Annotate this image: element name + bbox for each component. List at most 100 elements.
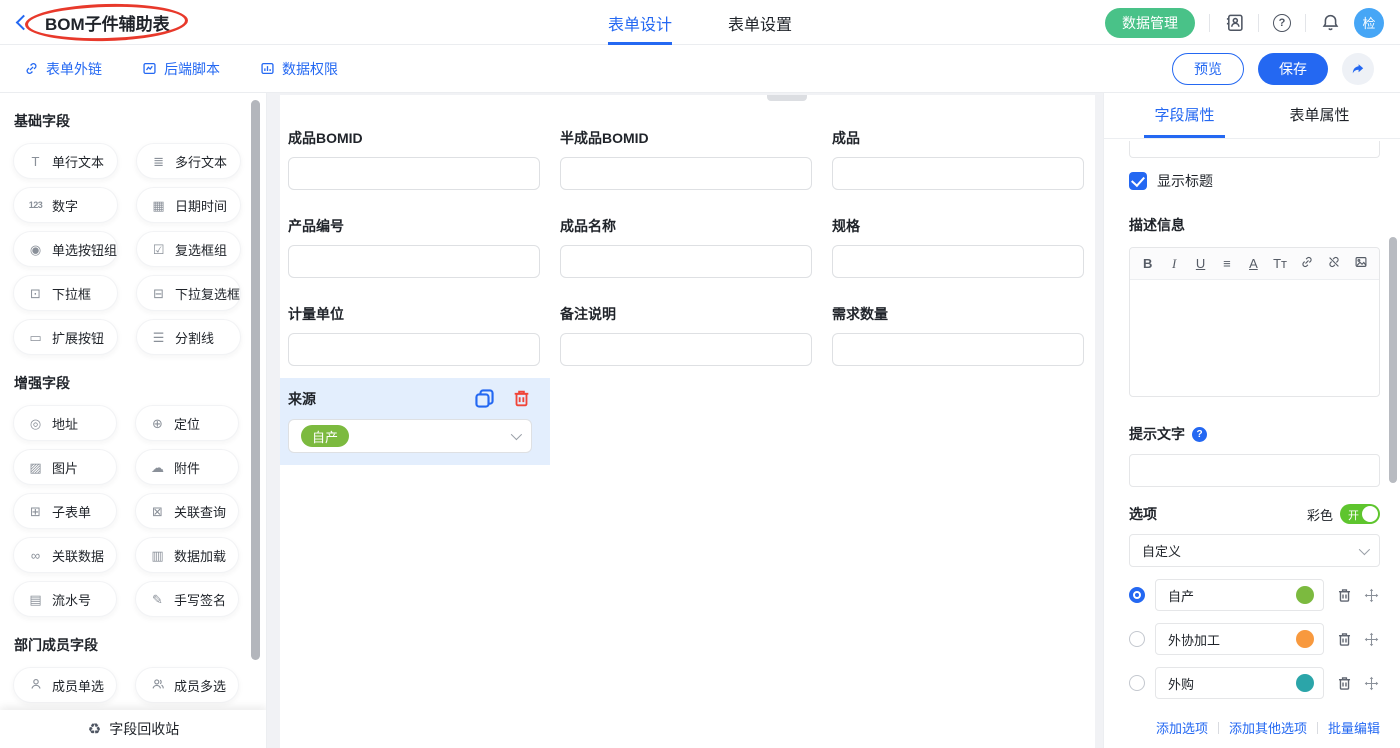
option-color-dot-orange[interactable] [1296, 630, 1314, 648]
tab-form-design[interactable]: 表单设计 [608, 0, 672, 45]
form-field[interactable]: 产品编号 [288, 216, 540, 278]
tab-form-properties[interactable]: 表单属性 [1280, 93, 1360, 138]
richtext-body[interactable] [1130, 280, 1379, 396]
field-pill-checkbox-group[interactable]: ☑复选框组 [136, 231, 241, 267]
field-pill-linked-query[interactable]: ⊠关联查询 [135, 493, 239, 529]
form-field[interactable]: 成品 [832, 128, 1084, 190]
text-input[interactable] [560, 333, 812, 366]
delete-option-icon[interactable] [1336, 587, 1353, 604]
canvas-scroll-handle[interactable] [767, 95, 807, 101]
form-field[interactable]: 备注说明 [560, 304, 812, 366]
remove-link-icon[interactable] [1327, 255, 1341, 272]
source-dropdown[interactable]: 自产 [288, 419, 532, 453]
field-recycle-bin[interactable]: ♻ 字段回收站 [0, 710, 267, 748]
option-input[interactable]: 外协加工 [1155, 623, 1324, 655]
insert-link-icon[interactable] [1300, 255, 1314, 272]
checkbox-checked-icon[interactable] [1129, 172, 1147, 190]
move-option-icon[interactable] [1363, 675, 1380, 692]
field-pill-geolocate[interactable]: ⊕定位 [135, 405, 239, 441]
save-button[interactable]: 保存 [1258, 53, 1328, 85]
font-size-icon[interactable]: Tт [1273, 256, 1287, 271]
field-pill-datetime[interactable]: ▦日期时间 [136, 187, 241, 223]
add-other-option-link[interactable]: 添加其他选项 [1229, 718, 1307, 737]
description-richtext-editor[interactable]: B I U ≡ A Tт [1129, 247, 1380, 397]
batch-edit-link[interactable]: 批量编辑 [1328, 718, 1380, 737]
external-link-item[interactable]: 表单外链 [24, 59, 102, 79]
delete-field-icon[interactable] [511, 388, 532, 409]
field-pill-signature[interactable]: ✎手写签名 [135, 581, 239, 617]
copy-field-icon[interactable] [473, 387, 496, 410]
field-pill-address[interactable]: ◎地址 [13, 405, 117, 441]
text-input[interactable] [832, 333, 1084, 366]
user-avatar[interactable]: 检 [1354, 8, 1384, 38]
font-color-icon[interactable]: A [1247, 256, 1260, 271]
form-field[interactable]: 成品名称 [560, 216, 812, 278]
hint-help-icon[interactable]: ? [1192, 427, 1207, 442]
delete-option-icon[interactable] [1336, 631, 1353, 648]
radio-unselected-icon[interactable] [1129, 675, 1145, 691]
hint-text-input[interactable] [1129, 454, 1380, 487]
colorful-toggle[interactable]: 开 [1340, 504, 1380, 524]
backend-script-item[interactable]: 后端脚本 [142, 59, 220, 79]
field-pill-dropdown[interactable]: ⊡下拉框 [13, 275, 118, 311]
align-icon[interactable]: ≡ [1220, 256, 1233, 271]
form-field[interactable]: 规格 [832, 216, 1084, 278]
field-pill-attachment[interactable]: ☁附件 [135, 449, 239, 485]
form-field[interactable]: 半成品BOMID [560, 128, 812, 190]
field-pill-image[interactable]: ▨图片 [13, 449, 117, 485]
text-input[interactable] [832, 245, 1084, 278]
data-manage-button[interactable]: 数据管理 [1105, 8, 1195, 38]
option-color-dot-teal[interactable] [1296, 674, 1314, 692]
text-input[interactable] [560, 245, 812, 278]
field-pill-radio-group[interactable]: ◉单选按钮组 [13, 231, 118, 267]
form-field[interactable]: 计量单位 [288, 304, 540, 366]
text-input[interactable] [288, 157, 540, 190]
field-pill-member-single[interactable]: 成员单选 [13, 667, 117, 703]
notification-bell-icon[interactable] [1320, 13, 1340, 33]
field-title-input-partial[interactable] [1129, 141, 1380, 158]
share-button[interactable] [1342, 53, 1374, 85]
delete-option-icon[interactable] [1336, 675, 1353, 692]
option-input[interactable]: 自产 [1155, 579, 1324, 611]
field-pill-multi-text[interactable]: ≣多行文本 [136, 143, 241, 179]
insert-image-icon[interactable] [1354, 255, 1368, 272]
text-input[interactable] [832, 157, 1084, 190]
help-icon[interactable]: ? [1273, 14, 1291, 32]
field-pill-extend-button[interactable]: ▭扩展按钮 [13, 319, 118, 355]
text-input[interactable] [288, 333, 540, 366]
preview-button[interactable]: 预览 [1172, 53, 1244, 85]
back-icon[interactable] [16, 14, 32, 30]
text-input[interactable] [560, 157, 812, 190]
form-field[interactable]: 成品BOMID [288, 128, 540, 190]
field-pill-member-multi[interactable]: 成员多选 [135, 667, 239, 703]
form-canvas[interactable]: 成品BOMID 半成品BOMID 成品 产品编号 成品名称 规格 计量单位 备注… [280, 95, 1095, 748]
field-pill-multi-dropdown[interactable]: ⊟下拉复选框 [136, 275, 241, 311]
underline-icon[interactable]: U [1194, 256, 1207, 271]
option-input[interactable]: 外购 [1155, 667, 1324, 699]
field-pill-data-load[interactable]: ▥数据加载 [135, 537, 239, 573]
move-option-icon[interactable] [1363, 631, 1380, 648]
italic-icon[interactable]: I [1167, 256, 1180, 272]
tab-form-settings[interactable]: 表单设置 [728, 0, 792, 45]
show-title-checkbox-row[interactable]: 显示标题 [1129, 171, 1380, 191]
bold-icon[interactable]: B [1141, 256, 1154, 271]
option-color-dot-green[interactable] [1296, 586, 1314, 604]
sidebar-scrollbar[interactable] [251, 100, 260, 660]
selected-field-source[interactable]: 来源 自产 [280, 378, 550, 465]
data-permission-item[interactable]: 数据权限 [260, 59, 338, 79]
field-pill-single-text[interactable]: T单行文本 [13, 143, 118, 179]
field-pill-subform[interactable]: ⊞子表单 [13, 493, 117, 529]
field-pill-serial-number[interactable]: ▤流水号 [13, 581, 117, 617]
panel-scrollbar[interactable] [1389, 237, 1397, 483]
radio-selected-icon[interactable] [1129, 587, 1145, 603]
field-pill-divider[interactable]: ☰分割线 [136, 319, 241, 355]
form-field[interactable]: 需求数量 [832, 304, 1084, 366]
field-pill-number[interactable]: 123数字 [13, 187, 118, 223]
tab-field-properties[interactable]: 字段属性 [1144, 93, 1224, 138]
field-pill-linked-data[interactable]: ∞关联数据 [13, 537, 117, 573]
add-option-link[interactable]: 添加选项 [1156, 718, 1208, 737]
move-option-icon[interactable] [1363, 587, 1380, 604]
text-input[interactable] [288, 245, 540, 278]
option-type-select[interactable]: 自定义 [1129, 534, 1380, 567]
radio-unselected-icon[interactable] [1129, 631, 1145, 647]
